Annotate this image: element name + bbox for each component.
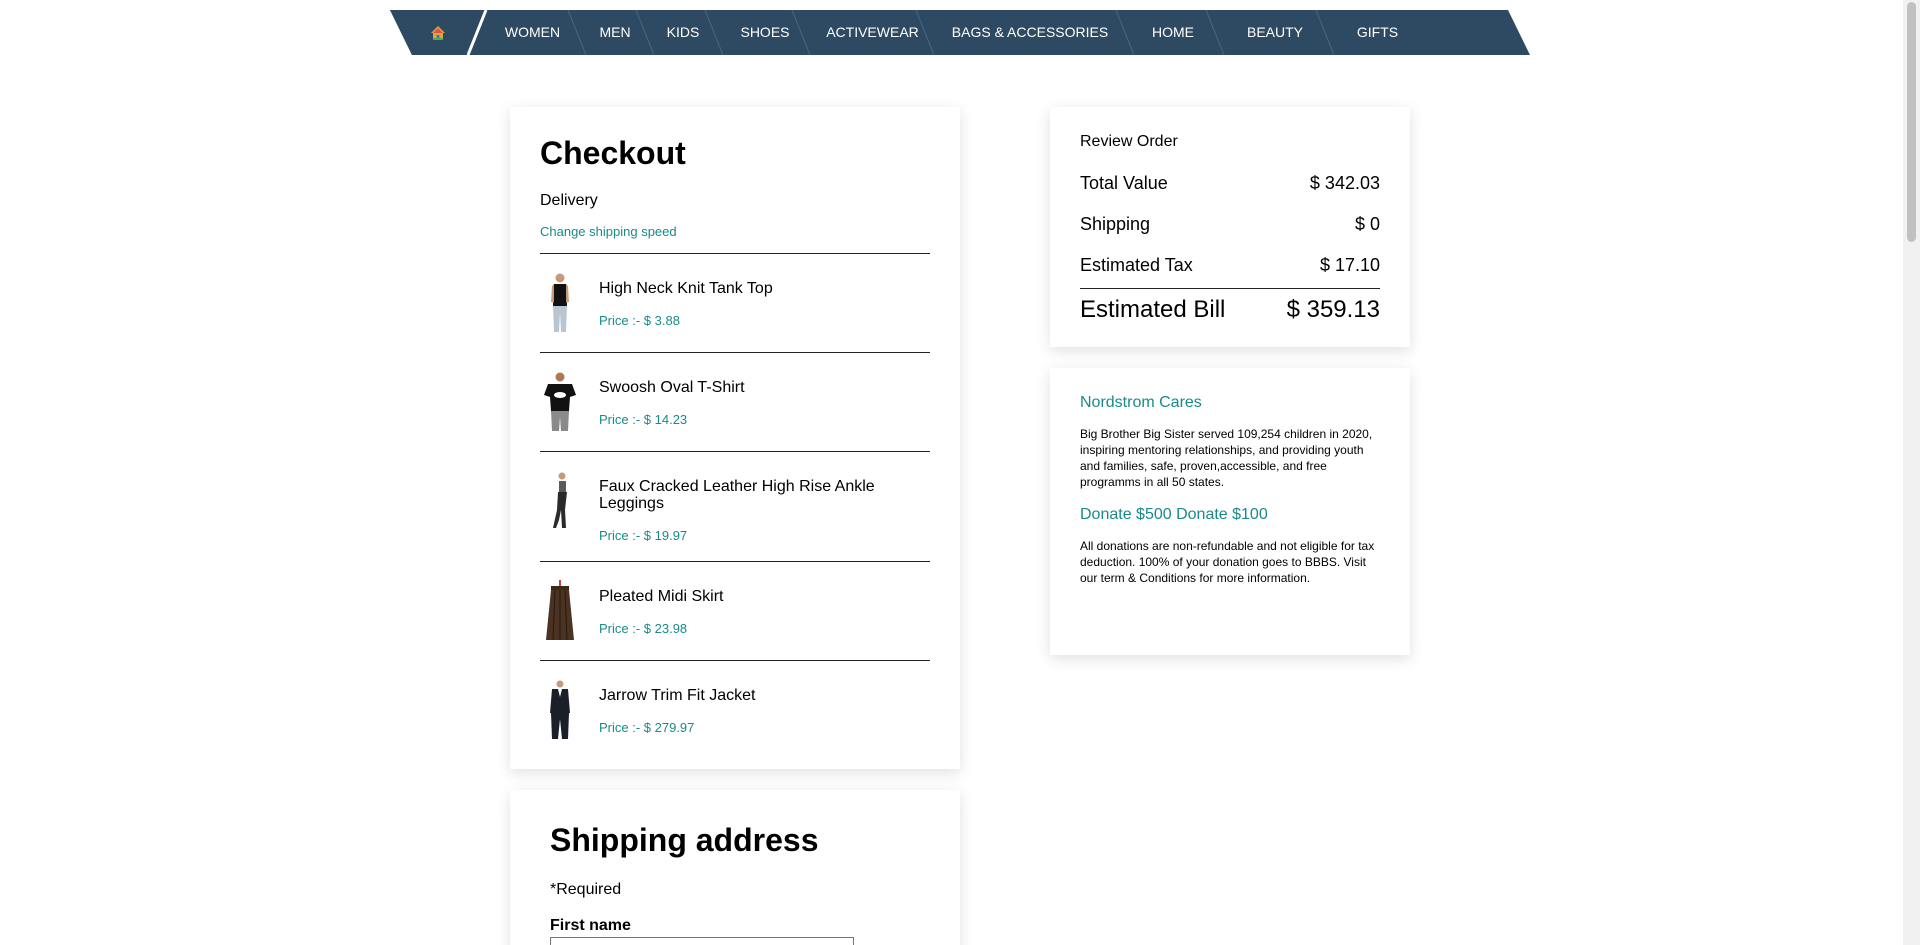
product-name: Jarrow Trim Fit Jacket <box>599 687 756 704</box>
product-price: Price :- $ 14.23 <box>599 412 688 427</box>
review-order-card: Review Order Total Value $ 342.03 Shippi… <box>1050 107 1410 347</box>
home-icon <box>431 25 445 40</box>
cares-heading: Nordstrom Cares <box>1080 394 1202 411</box>
cares-body: Big Brother Big Sister served 109,254 ch… <box>1080 427 1373 489</box>
nav-item-beauty[interactable]: BEAUTY <box>1220 10 1330 55</box>
shipping-label: Shipping <box>1080 214 1151 234</box>
product-item: Pleated Midi Skirt Price :- $ 23.98 <box>540 562 930 661</box>
estimated-tax-label: Estimated Tax <box>1080 255 1193 275</box>
shipping-title: Shipping address <box>550 822 819 858</box>
product-price: Price :- $ 23.98 <box>599 621 688 636</box>
product-item: Swoosh Oval T-Shirt Price :- $ 14.23 <box>540 353 930 452</box>
total-value-amount: $ 342.03 <box>1309 173 1380 193</box>
nav-item-gifts[interactable]: GIFTS <box>1330 10 1425 55</box>
nav-item-bags-accessories[interactable]: BAGS & ACCESSORIES <box>930 10 1130 55</box>
product-item: Jarrow Trim Fit Jacket Price :- $ 279.97 <box>540 661 930 759</box>
product-image-skirt <box>540 580 580 642</box>
first-name-input[interactable] <box>550 937 854 945</box>
shipping-address-card: Shipping address *Required First name <box>510 790 960 945</box>
product-image-tank-top <box>540 272 580 334</box>
estimated-tax-amount: $ 17.10 <box>1319 255 1380 275</box>
delivery-label: Delivery <box>540 192 598 209</box>
product-name: High Neck Knit Tank Top <box>599 280 773 297</box>
shipping-row: Shipping $ 0 <box>1080 214 1380 235</box>
product-list: High Neck Knit Tank Top Price :- $ 3.88 … <box>540 253 930 759</box>
checkout-card: Checkout Delivery Change shipping speed … <box>510 107 960 769</box>
product-price: Price :- $ 3.88 <box>599 313 680 328</box>
nav-item-women[interactable]: WOMEN <box>490 10 575 55</box>
page-scrollbar[interactable] <box>1903 0 1920 945</box>
nordstrom-cares-card: Nordstrom Cares Big Brother Big Sister s… <box>1050 368 1410 655</box>
checkout-title: Checkout <box>540 135 686 171</box>
product-item: High Neck Knit Tank Top Price :- $ 3.88 <box>540 254 930 353</box>
scrollbar-thumb[interactable] <box>1907 2 1916 242</box>
review-divider <box>1080 288 1380 289</box>
nav-item-shoes[interactable]: SHOES <box>720 10 810 55</box>
product-name: Pleated Midi Skirt <box>599 588 724 605</box>
nav-home[interactable] <box>390 10 486 55</box>
total-value-label: Total Value <box>1080 173 1168 193</box>
donate-100-button[interactable]: Donate $100 <box>1176 506 1268 523</box>
donation-disclaimer: All donations are non-refundable and not… <box>1080 539 1375 585</box>
nav-item-men[interactable]: MEN <box>580 10 650 55</box>
estimated-bill-row: Estimated Bill $ 359.13 <box>1080 296 1380 324</box>
nav-item-activewear[interactable]: ACTIVEWEAR <box>810 10 935 55</box>
estimated-bill-amount: $ 359.13 <box>1286 296 1380 323</box>
nav-item-home[interactable]: HOME <box>1128 10 1218 55</box>
product-item: Faux Cracked Leather High Rise Ankle Leg… <box>540 452 930 562</box>
product-image-jacket <box>540 679 580 741</box>
total-value-row: Total Value $ 342.03 <box>1080 173 1380 194</box>
first-name-label: First name <box>550 917 631 934</box>
nav-item-kids[interactable]: KIDS <box>648 10 718 55</box>
product-image-t-shirt <box>540 371 580 433</box>
donate-options: Donate $500 Donate $100 <box>1080 506 1380 524</box>
product-price: Price :- $ 19.97 <box>599 528 688 543</box>
product-price: Price :- $ 279.97 <box>599 720 695 735</box>
product-image-leggings <box>540 470 580 532</box>
shipping-amount: $ 0 <box>1354 214 1380 234</box>
required-note: *Required <box>550 881 622 898</box>
product-name: Faux Cracked Leather High Rise Ankle Leg… <box>599 478 875 512</box>
donate-500-button[interactable]: Donate $500 <box>1080 506 1172 523</box>
estimated-tax-row: Estimated Tax $ 17.10 <box>1080 255 1380 276</box>
main-nav: WOMEN MEN KIDS SHOES ACTIVEWEAR BAGS & A… <box>390 10 1530 55</box>
change-shipping-speed-link[interactable]: Change shipping speed <box>540 224 677 239</box>
estimated-bill-label: Estimated Bill <box>1080 296 1226 323</box>
review-order-title: Review Order <box>1080 133 1178 150</box>
product-name: Swoosh Oval T-Shirt <box>599 379 745 396</box>
